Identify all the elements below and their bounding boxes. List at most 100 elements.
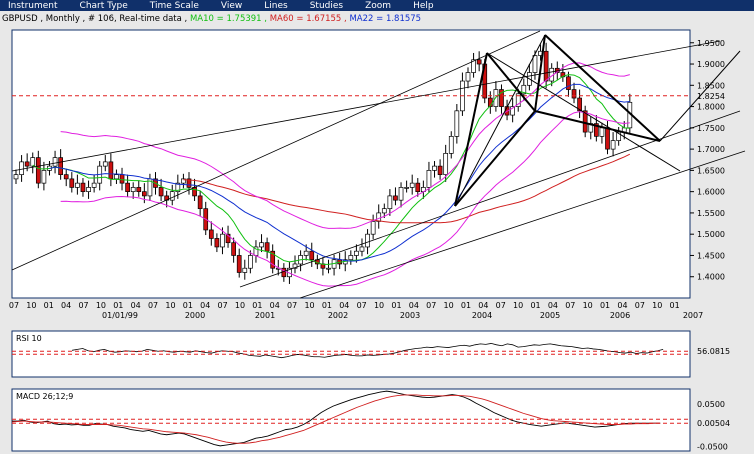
- month-label: 10: [96, 301, 106, 310]
- macd-y-tick-label: 0.0500: [697, 400, 725, 409]
- month-label: 01: [461, 301, 471, 310]
- month-label: 04: [61, 301, 71, 310]
- menu-item-studies[interactable]: Studies: [310, 1, 343, 11]
- y-tick-label: 1.6500: [697, 166, 725, 175]
- candle-body: [108, 161, 114, 180]
- candle-body: [130, 187, 136, 193]
- month-label: 01: [44, 301, 54, 310]
- candle-body: [409, 182, 415, 188]
- candle-body: [309, 250, 315, 261]
- header-ma60: MA60 = 1.67155 ,: [270, 14, 350, 24]
- month-label: 04: [617, 301, 627, 310]
- candle-body: [348, 255, 354, 261]
- month-label: 01: [322, 301, 332, 310]
- month-label: 01: [530, 301, 540, 310]
- month-label: 10: [652, 301, 662, 310]
- candle-body: [91, 182, 97, 188]
- year-label: 2000: [185, 311, 205, 320]
- y-tick-label: 1.8500: [697, 81, 725, 90]
- y-tick-label: 1.9500: [697, 39, 725, 48]
- candle-body: [398, 187, 404, 201]
- candle-body: [571, 89, 577, 99]
- candle-body: [599, 127, 605, 137]
- rsi-ref-label: 56.0815: [697, 347, 730, 356]
- candle-body: [610, 140, 616, 150]
- menu-item-time-scale[interactable]: Time Scale: [150, 1, 199, 11]
- candle-body: [119, 174, 125, 184]
- candle-body: [86, 187, 91, 193]
- month-label: 07: [148, 301, 158, 310]
- candle-body: [532, 55, 538, 73]
- candle-body: [248, 255, 253, 269]
- y-tick-label: 1.4500: [697, 251, 725, 260]
- month-label: 04: [131, 301, 141, 310]
- month-label: 04: [548, 301, 558, 310]
- candle-body: [197, 195, 203, 210]
- candle-body: [359, 246, 365, 252]
- candle-body: [158, 187, 164, 197]
- year-label: 2003: [400, 311, 420, 320]
- candle-body: [354, 250, 359, 256]
- month-label: 04: [200, 301, 210, 310]
- candle-body: [141, 191, 147, 197]
- month-label: 01: [113, 301, 123, 310]
- candle-body: [465, 72, 471, 82]
- candle-body: [303, 250, 309, 256]
- candle-body: [404, 187, 409, 189]
- candle-body: [80, 182, 86, 193]
- candle-body: [264, 242, 270, 252]
- macd-title: MACD 26;12;9: [16, 392, 73, 401]
- menu-item-chart-type[interactable]: Chart Type: [80, 1, 128, 11]
- month-label: 07: [287, 301, 297, 310]
- candle-body: [75, 182, 80, 188]
- candle-body: [114, 174, 119, 180]
- ref-line-label: 1.8254: [697, 92, 725, 101]
- month-label: 10: [513, 301, 523, 310]
- candle-body: [376, 212, 382, 222]
- y-tick-label: 1.8000: [697, 103, 725, 112]
- candle-body: [41, 170, 47, 184]
- menu-item-lines[interactable]: Lines: [264, 1, 287, 11]
- candle-body: [102, 161, 108, 167]
- month-label: 07: [565, 301, 575, 310]
- candle-body: [432, 165, 437, 171]
- candle-body: [426, 170, 432, 188]
- month-label: 04: [478, 301, 488, 310]
- month-label: 10: [165, 301, 175, 310]
- candle-body: [326, 267, 331, 270]
- header-instrument: GBPUSD , Monthly , # 106, Real-time data…: [2, 14, 190, 24]
- month-label: 10: [444, 301, 454, 310]
- year-label: 01/01/99: [102, 311, 138, 320]
- menu-item-help[interactable]: Help: [413, 1, 434, 11]
- y-tick-label: 1.5500: [697, 209, 725, 218]
- candle-body: [52, 157, 58, 167]
- month-label: 04: [339, 301, 349, 310]
- y-tick-label: 1.5000: [697, 230, 725, 239]
- year-label: 2002: [328, 311, 348, 320]
- y-tick-label: 1.4000: [697, 273, 725, 282]
- candle-body: [415, 182, 421, 193]
- year-label: 2005: [540, 311, 560, 320]
- candle-body: [19, 161, 24, 175]
- month-label: 07: [426, 301, 436, 310]
- candle-body: [365, 233, 370, 248]
- menu-item-view[interactable]: View: [221, 1, 242, 11]
- year-label: 2006: [610, 311, 630, 320]
- menu-item-instrument[interactable]: Instrument: [8, 1, 58, 11]
- menu-item-zoom[interactable]: Zoom: [365, 1, 391, 11]
- year-label: 2001: [255, 311, 275, 320]
- month-label: 07: [496, 301, 506, 310]
- candle-body: [476, 59, 482, 65]
- month-label: 04: [409, 301, 419, 310]
- candle-body: [454, 110, 460, 137]
- rsi-title: RSI 10: [16, 334, 42, 343]
- month-label: 01: [252, 301, 262, 310]
- candle-body: [605, 127, 610, 150]
- candle-body: [69, 178, 75, 188]
- candle-body: [370, 221, 376, 235]
- month-label: 04: [270, 301, 280, 310]
- candle-body: [35, 157, 41, 184]
- candle-body: [63, 174, 69, 180]
- month-label: 01: [391, 301, 401, 310]
- candle-body: [125, 182, 130, 193]
